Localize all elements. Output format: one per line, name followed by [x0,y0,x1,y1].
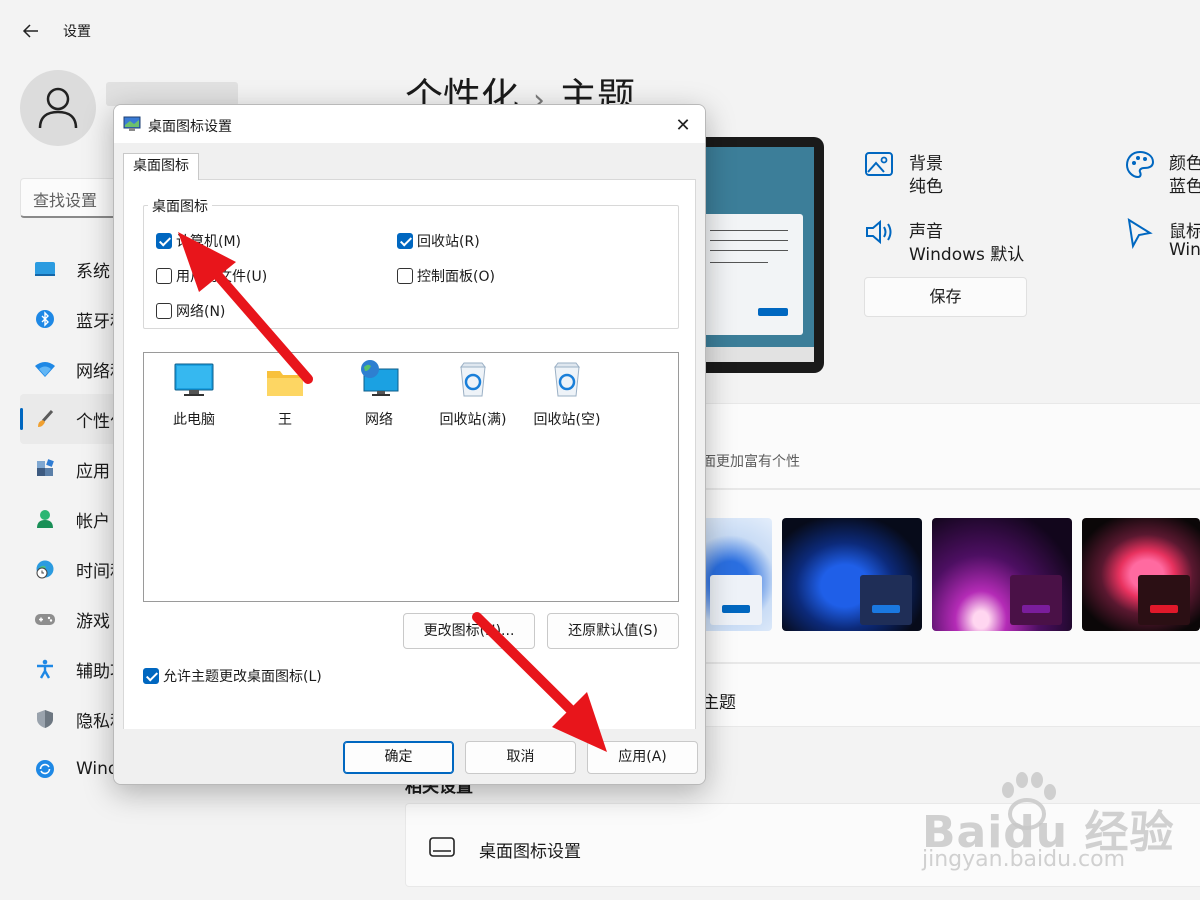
allow-themes-change-icons-checkbox[interactable]: 允许主题更改桌面图标(L) [143,666,322,686]
account-icon [34,508,56,530]
recycle-bin-full-icon [433,361,513,397]
image-icon [864,149,894,183]
theme-preview-button [758,308,788,316]
accessibility-icon [34,658,56,680]
recycle-bin-empty-icon [527,361,607,397]
sidebar-item-label: 应用 [76,461,110,482]
setting-name: 声音 [909,222,943,242]
theme-thumbnail[interactable] [702,518,772,631]
icon-item-recycle-bin-empty[interactable]: 回收站(空) [527,361,607,429]
user-folder-icon [245,361,325,397]
icon-item-this-pc[interactable]: 此电脑 [154,361,234,429]
user-files-checkbox[interactable]: 用户的文件(U) [156,266,267,286]
wifi-icon [34,358,56,380]
cancel-button[interactable]: 取消 [465,741,576,774]
shield-icon [34,708,56,730]
checkbox-label: 用户的文件(U) [176,269,268,285]
checkbox-unchecked[interactable] [156,303,172,319]
desktop-settings-app-icon [123,115,141,133]
brush-icon [34,408,56,430]
checkbox-checked[interactable] [156,233,172,249]
gamepad-icon [34,608,56,630]
checkbox-label: 控制面板(O) [417,269,495,285]
desktop-icon-settings-dialog: 桌面图标设置 ✕ 桌面图标 桌面图标 计算机(M) 回收站(R) 用户的文件(U… [113,104,706,785]
setting-value: Windows 默认 [909,245,1025,265]
settings-titlebar: 设置 [0,0,1200,60]
username-redacted [106,82,238,106]
more-themes-label: 主题 [702,693,736,713]
palette-icon [1124,149,1156,185]
setting-value: 蓝色 [1169,177,1200,197]
checkbox-label: 允许主题更改桌面图标(L) [163,669,322,685]
checkbox-checked[interactable] [397,233,413,249]
watermark-url: jingyan.baidu.com [922,847,1126,872]
groupbox-label: 桌面图标 [148,196,212,216]
theme-thumbnail[interactable] [782,518,922,631]
theme-thumbnail[interactable] [932,518,1072,631]
icon-item-user-folder[interactable]: 王 [245,361,325,429]
save-theme-button[interactable]: 保存 [864,277,1027,317]
checkbox-label: 网络(N) [176,304,226,320]
this-pc-icon [154,361,234,397]
desktop-icon-settings-label: 桌面图标设置 [479,842,581,862]
ok-button[interactable]: 确定 [343,741,454,774]
monitor-icon [34,258,56,280]
setting-name: 颜色 [1169,154,1200,174]
setting-name: 背景 [909,154,943,174]
icon-label: 王 [278,412,292,428]
speaker-icon [864,217,896,251]
globe-clock-icon [34,558,56,580]
themes-card-description: 面更加富有个性 [702,454,800,470]
icon-label: 此电脑 [173,412,215,428]
person-icon [38,87,78,129]
recycle-bin-checkbox[interactable]: 回收站(R) [397,231,480,251]
windows-update-icon [34,758,56,780]
theme-preview-window [690,214,803,335]
sidebar-item-label: 游戏 [76,611,110,632]
avatar [20,70,96,146]
setting-value: 纯色 [909,177,943,197]
network-icon [339,360,419,397]
close-icon[interactable]: ✕ [671,113,695,137]
icon-label: 回收站(满) [439,412,507,428]
checkbox-unchecked[interactable] [397,268,413,284]
sidebar-item-label: 系统 [76,261,110,282]
icon-label: 网络 [365,412,393,428]
checkbox-label: 回收站(R) [417,234,480,250]
checkbox-unchecked[interactable] [156,268,172,284]
theme-thumbnail[interactable] [1082,518,1200,631]
sidebar-item-label: 帐户 [76,511,110,532]
icon-item-recycle-bin-full[interactable]: 回收站(满) [433,361,513,429]
checkbox-label: 计算机(M) [176,234,242,250]
desktop-icon-list: 此电脑 王 网络 回收站(满) 回收站(空) [143,352,679,602]
setting-name: 鼠标 [1169,222,1200,242]
dialog-titlebar: 桌面图标设置 ✕ [114,105,705,143]
tab-desktop-icons[interactable]: 桌面图标 [123,153,199,180]
dialog-title: 桌面图标设置 [148,119,232,135]
window-title: 设置 [63,24,91,40]
checkbox-checked[interactable] [143,668,159,684]
bluetooth-icon [34,308,56,330]
apply-button[interactable]: 应用(A) [587,741,698,774]
restore-default-button[interactable]: 还原默认值(S) [547,613,679,649]
cursor-icon [1124,217,1154,253]
control-panel-checkbox[interactable]: 控制面板(O) [397,266,495,286]
change-icon-button[interactable]: 更改图标(H)... [403,613,535,649]
back-arrow-icon[interactable] [18,18,44,44]
computer-checkbox[interactable]: 计算机(M) [156,231,241,251]
setting-value: Win [1169,240,1200,260]
network-checkbox[interactable]: 网络(N) [156,301,225,321]
icon-label: 回收站(空) [533,412,601,428]
apps-icon [34,458,56,480]
desktop-icon [428,836,456,862]
icon-item-network[interactable]: 网络 [339,360,419,429]
